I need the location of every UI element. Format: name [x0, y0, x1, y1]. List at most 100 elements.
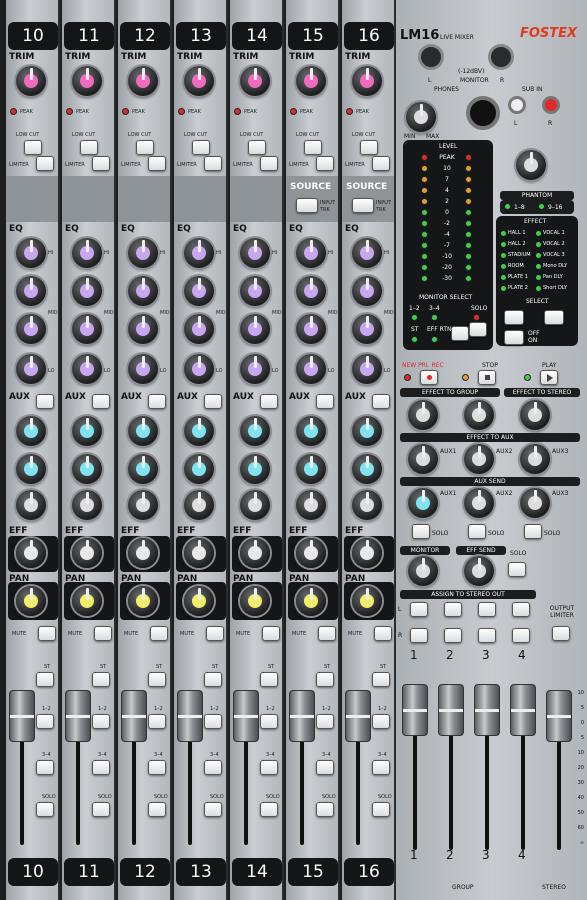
- eq-mid-freq-knob[interactable]: [16, 276, 46, 306]
- pan-knob[interactable]: [72, 586, 102, 616]
- mute-button[interactable]: [318, 626, 336, 641]
- eff-knob[interactable]: [240, 538, 270, 568]
- assign-r-button[interactable]: [410, 628, 428, 643]
- aux-3-knob[interactable]: [16, 490, 46, 520]
- effect-select-down-button[interactable]: [504, 310, 524, 325]
- group-34-assign-button[interactable]: [316, 760, 334, 775]
- pan-knob[interactable]: [184, 586, 214, 616]
- eq-mid-freq-knob[interactable]: [72, 276, 102, 306]
- rec-button[interactable]: [420, 370, 438, 385]
- eq-mid-freq-knob[interactable]: [296, 276, 326, 306]
- assign-r-button[interactable]: [444, 628, 462, 643]
- aux-pre-post-button[interactable]: [316, 394, 334, 409]
- st-assign-button[interactable]: [260, 672, 278, 687]
- solo-button[interactable]: [316, 802, 334, 817]
- aux-pre-post-button[interactable]: [36, 394, 54, 409]
- phones-level-knob[interactable]: [406, 102, 436, 132]
- low-cut-button[interactable]: [136, 140, 154, 155]
- sub-in-jack-r[interactable]: [542, 96, 560, 114]
- pan-knob[interactable]: [128, 586, 158, 616]
- mute-button[interactable]: [262, 626, 280, 641]
- trim-knob[interactable]: [184, 66, 214, 96]
- eq-mid-gain-knob[interactable]: [352, 314, 382, 344]
- pan-knob[interactable]: [296, 586, 326, 616]
- eq-hi-knob[interactable]: [352, 238, 382, 268]
- solo-button[interactable]: [92, 802, 110, 817]
- play-button[interactable]: [540, 370, 558, 385]
- eq-hi-knob[interactable]: [296, 238, 326, 268]
- mute-button[interactable]: [94, 626, 112, 641]
- aux-3-knob[interactable]: [128, 490, 158, 520]
- group-34-assign-button[interactable]: [204, 760, 222, 775]
- monitor-out-jack-l[interactable]: [418, 44, 444, 70]
- eq-hi-knob[interactable]: [128, 238, 158, 268]
- trim-knob[interactable]: [296, 66, 326, 96]
- effect-to-group-34-knob[interactable]: [464, 400, 494, 430]
- monitor-out-jack-r[interactable]: [488, 44, 514, 70]
- aux-1-knob[interactable]: [16, 416, 46, 446]
- st-assign-button[interactable]: [372, 672, 390, 687]
- eff-send-solo-button[interactable]: [508, 562, 526, 577]
- channel-fader[interactable]: [233, 690, 259, 742]
- eq-mid-gain-knob[interactable]: [240, 314, 270, 344]
- aux-pre-post-button[interactable]: [372, 394, 390, 409]
- assign-l-button[interactable]: [444, 602, 462, 617]
- eq-lo-knob[interactable]: [184, 354, 214, 384]
- aux-2-knob[interactable]: [240, 454, 270, 484]
- group-12-assign-button[interactable]: [372, 714, 390, 729]
- pan-knob[interactable]: [240, 586, 270, 616]
- group-fader[interactable]: [510, 684, 536, 736]
- trim-knob[interactable]: [72, 66, 102, 96]
- group-fader[interactable]: [402, 684, 428, 736]
- aux-3-knob[interactable]: [240, 490, 270, 520]
- effect-to-group-12-knob[interactable]: [408, 400, 438, 430]
- aux-1-knob[interactable]: [352, 416, 382, 446]
- group-12-assign-button[interactable]: [260, 714, 278, 729]
- limiter-button[interactable]: [36, 156, 54, 171]
- eq-hi-knob[interactable]: [16, 238, 46, 268]
- limiter-button[interactable]: [204, 156, 222, 171]
- effect-to-aux3-knob[interactable]: [520, 444, 550, 474]
- eq-lo-knob[interactable]: [296, 354, 326, 384]
- aux-1-knob[interactable]: [72, 416, 102, 446]
- aux-2-knob[interactable]: [296, 454, 326, 484]
- aux-1-knob[interactable]: [128, 416, 158, 446]
- aux-2-knob[interactable]: [72, 454, 102, 484]
- monitor-solo-button[interactable]: [469, 322, 487, 337]
- group-34-assign-button[interactable]: [372, 760, 390, 775]
- group-34-assign-button[interactable]: [260, 760, 278, 775]
- limiter-button[interactable]: [92, 156, 110, 171]
- eff-knob[interactable]: [296, 538, 326, 568]
- low-cut-button[interactable]: [80, 140, 98, 155]
- assign-r-button[interactable]: [512, 628, 530, 643]
- trim-knob[interactable]: [128, 66, 158, 96]
- aux-2-knob[interactable]: [352, 454, 382, 484]
- channel-fader[interactable]: [289, 690, 315, 742]
- aux-send-2-knob[interactable]: [464, 488, 494, 518]
- group-12-assign-button[interactable]: [92, 714, 110, 729]
- group-34-assign-button[interactable]: [92, 760, 110, 775]
- solo-button[interactable]: [260, 802, 278, 817]
- sub-in-jack-l[interactable]: [508, 96, 526, 114]
- aux-2-knob[interactable]: [184, 454, 214, 484]
- solo-button[interactable]: [148, 802, 166, 817]
- aux-1-knob[interactable]: [296, 416, 326, 446]
- aux-2-knob[interactable]: [128, 454, 158, 484]
- pan-knob[interactable]: [16, 586, 46, 616]
- sub-in-level-knob[interactable]: [516, 150, 546, 180]
- st-assign-button[interactable]: [148, 672, 166, 687]
- assign-l-button[interactable]: [512, 602, 530, 617]
- limiter-button[interactable]: [372, 156, 390, 171]
- mute-button[interactable]: [150, 626, 168, 641]
- eq-mid-gain-knob[interactable]: [72, 314, 102, 344]
- effect-on-off-button[interactable]: [504, 330, 524, 345]
- monitor-select-button[interactable]: [451, 326, 469, 341]
- eq-hi-knob[interactable]: [72, 238, 102, 268]
- mute-button[interactable]: [206, 626, 224, 641]
- source-input-trk-button[interactable]: [296, 198, 318, 213]
- eq-mid-freq-knob[interactable]: [128, 276, 158, 306]
- eff-knob[interactable]: [16, 538, 46, 568]
- mute-button[interactable]: [38, 626, 56, 641]
- assign-l-button[interactable]: [478, 602, 496, 617]
- aux-send-1-knob[interactable]: [408, 488, 438, 518]
